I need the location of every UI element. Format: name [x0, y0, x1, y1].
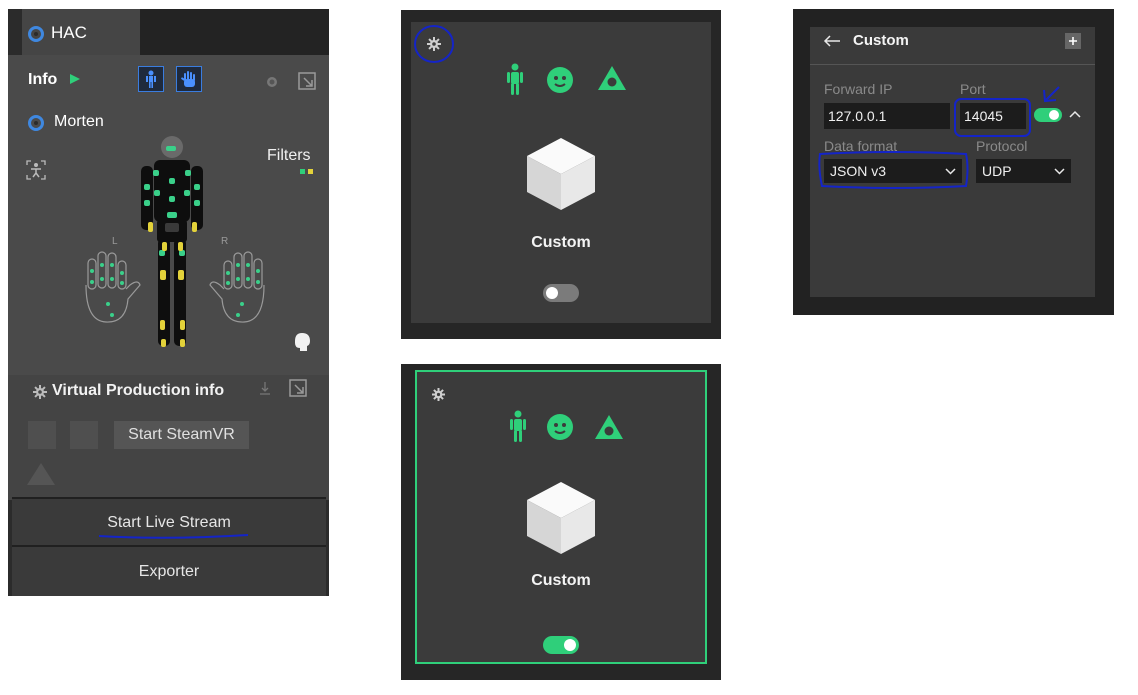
steamvr-logo-icon: [27, 463, 55, 485]
chevron-up-icon[interactable]: [1069, 110, 1081, 118]
glove-left-label: L: [112, 236, 118, 247]
glove-right-label: R: [221, 236, 229, 247]
annotation-circle: [414, 25, 454, 63]
forward-ip-label: Forward IP: [824, 81, 893, 97]
stream-toggle-on[interactable]: [543, 636, 579, 654]
face-icon: [547, 67, 573, 93]
plus-icon: [1069, 37, 1077, 45]
object-icon: [598, 66, 626, 90]
annotation-check-arrow: [1043, 86, 1060, 103]
settings-icon[interactable]: [33, 385, 47, 399]
user-name: Morten: [54, 113, 104, 130]
filter-indicator-green: [300, 169, 305, 174]
download-icon[interactable]: [259, 381, 271, 395]
protocol-value: UDP: [982, 163, 1012, 179]
left-glove: [85, 251, 141, 323]
filter-indicator-yellow: [308, 169, 313, 174]
annotation-port-box: [954, 98, 1031, 137]
record-icon[interactable]: [265, 75, 279, 89]
cube-icon: [527, 138, 595, 210]
calibrate-pose-icon[interactable]: [25, 159, 47, 181]
protocol-label: Protocol: [976, 138, 1028, 154]
body-icon: [510, 410, 526, 442]
hac-radio[interactable]: [28, 26, 44, 42]
head-icon[interactable]: [291, 331, 311, 353]
body-icon: [146, 70, 156, 88]
right-glove: [209, 251, 265, 323]
hand-view-button[interactable]: [176, 66, 202, 92]
hac-panel: HAC Info Morten Filters L R Virtual Prod…: [8, 9, 329, 596]
protocol-select[interactable]: UDP: [976, 159, 1071, 183]
play-icon[interactable]: [69, 73, 81, 85]
exporter-bar: Exporter: [12, 545, 326, 596]
back-arrow-icon[interactable]: [823, 35, 841, 47]
cube-icon: [527, 482, 595, 554]
forward-ip-input[interactable]: 127.0.0.1: [824, 103, 950, 129]
user-radio[interactable]: [28, 115, 44, 131]
face-icon: [547, 414, 573, 440]
annotation-underline: [98, 534, 249, 539]
enabled-toggle[interactable]: [1034, 108, 1062, 122]
tab-bar-empty: [140, 9, 329, 55]
card-title: Custom: [531, 572, 591, 589]
card-title: Custom: [531, 234, 591, 251]
chevron-down-icon: [1054, 167, 1065, 175]
stream-toggle-off[interactable]: [543, 284, 579, 302]
hand-icon: [181, 71, 195, 87]
expand-icon[interactable]: [298, 72, 316, 90]
filters-label[interactable]: Filters: [267, 147, 311, 165]
vp-slot-1[interactable]: [28, 421, 56, 449]
vp-expand-icon[interactable]: [289, 379, 307, 397]
tab-label: HAC: [51, 23, 87, 42]
body-view-button[interactable]: [138, 66, 164, 92]
object-icon: [595, 415, 623, 439]
vp-title: Virtual Production info: [52, 382, 225, 399]
body-icon: [507, 63, 523, 95]
vp-slot-2[interactable]: [70, 421, 98, 449]
body-silhouette: [141, 136, 203, 347]
divider: [810, 64, 1095, 65]
exporter-button[interactable]: Exporter: [12, 547, 326, 596]
add-button[interactable]: [1065, 33, 1081, 49]
settings-icon[interactable]: [432, 388, 445, 401]
settings-title: Custom: [853, 32, 909, 49]
annotation-format-box: [818, 151, 969, 189]
info-label: Info: [28, 71, 58, 88]
start-steamvr-button[interactable]: Start SteamVR: [114, 421, 249, 449]
